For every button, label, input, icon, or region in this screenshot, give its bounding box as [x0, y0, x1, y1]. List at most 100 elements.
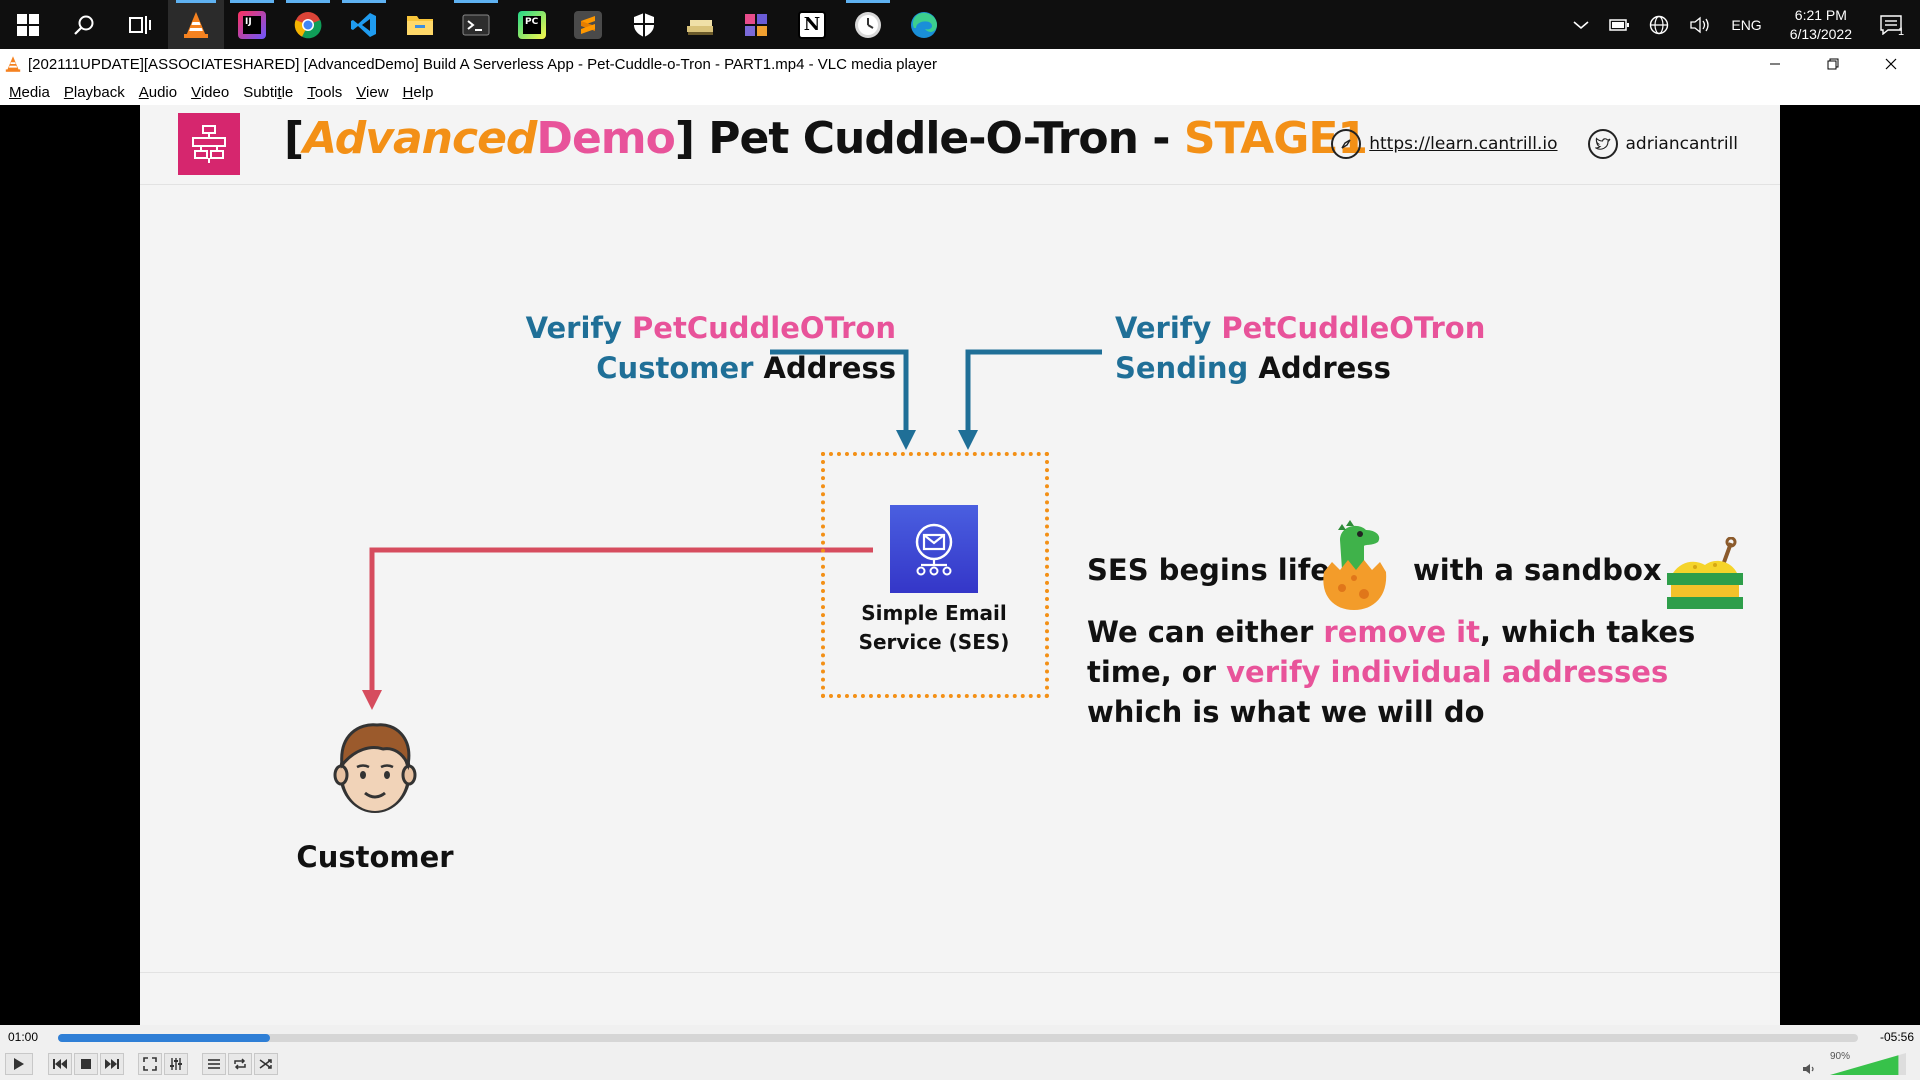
clock-icon [855, 11, 881, 38]
note-line3: which is what we will do [1087, 695, 1485, 729]
start-button[interactable] [0, 0, 56, 49]
menu-playback[interactable]: Playback [57, 84, 132, 101]
taskbar-chrome[interactable] [280, 0, 336, 49]
tray-clock[interactable]: 6:21 PM 6/13/2022 [1772, 0, 1870, 49]
previous-button[interactable] [48, 1053, 72, 1075]
book-stack-icon [687, 19, 713, 35]
customer-label: Customer [296, 840, 454, 874]
intellij-icon: IJ [238, 10, 266, 39]
stop-button[interactable] [74, 1053, 98, 1075]
volume-control[interactable]: 90% [1802, 1051, 1912, 1077]
tray-volume[interactable] [1679, 0, 1721, 49]
skip-forward-icon [105, 1059, 119, 1069]
arrow-customer-head [362, 690, 382, 710]
menu-video[interactable]: Video [184, 84, 236, 101]
ses-label: Simple Email Service (SES) [830, 599, 1038, 657]
taskbar-notion[interactable]: N [784, 0, 840, 49]
playlist-button[interactable] [202, 1053, 226, 1075]
windows-icon [17, 13, 39, 36]
video-area[interactable]: [AdvancedDemo] Pet Cuddle-O-Tron - STAGE… [0, 105, 1920, 1025]
tray-battery[interactable] [1599, 0, 1639, 49]
search-button[interactable] [56, 0, 112, 49]
slide: [AdvancedDemo] Pet Cuddle-O-Tron - STAGE… [140, 105, 1780, 1025]
extended-settings-button[interactable] [164, 1053, 188, 1075]
colorful-grid-icon [745, 13, 767, 36]
taskbar-sublime[interactable] [560, 0, 616, 49]
chevron-up-icon [1573, 20, 1589, 29]
play-icon [14, 1058, 24, 1070]
window-controls [1746, 49, 1920, 79]
taskbar-vlc[interactable] [168, 0, 224, 49]
taskbar-file-explorer[interactable] [392, 0, 448, 49]
menu-subtitle-label: le [281, 83, 294, 101]
taskbar-app-b[interactable] [728, 0, 784, 49]
menu-tools-label: ools [314, 83, 343, 101]
vlc-cone-icon [184, 11, 208, 38]
taskbar-terminal[interactable] [448, 0, 504, 49]
menu-subtitle[interactable]: Subtitle [236, 84, 300, 101]
menu-view[interactable]: View [349, 84, 395, 101]
tray-network[interactable] [1639, 0, 1679, 49]
ses-label-line2: Service (SES) [858, 630, 1010, 654]
notion-icon: N [798, 10, 826, 39]
terminal-icon [462, 14, 490, 35]
menu-playback-accel: P [63, 83, 74, 101]
window-titlebar: [202111UPDATE][ASSOCIATESHARED] [Advance… [0, 49, 1920, 79]
taskbar-app-a[interactable] [672, 0, 728, 49]
taskbar-edge[interactable] [896, 0, 952, 49]
stop-icon [81, 1059, 91, 1069]
taskbar-pycharm[interactable]: PC [504, 0, 560, 49]
search-icon [74, 15, 94, 35]
tray-overflow-button[interactable] [1563, 0, 1599, 49]
seek-progress [58, 1034, 271, 1042]
clock-time: 6:21 PM [1794, 6, 1847, 23]
speaker-icon [1690, 16, 1710, 33]
menu-tools[interactable]: Tools [300, 84, 349, 101]
play-button[interactable] [5, 1053, 33, 1075]
notification-count: 1 [1898, 26, 1905, 38]
fullscreen-icon [143, 1057, 157, 1071]
time-remaining[interactable]: -05:56 [1880, 1030, 1914, 1044]
chrome-icon [294, 11, 322, 38]
slide-footer-divider [140, 972, 1780, 973]
taskbar-intellij[interactable]: IJ [224, 0, 280, 49]
next-button[interactable] [100, 1053, 124, 1075]
sublime-icon [574, 10, 602, 39]
tray-notifications[interactable]: 1 [1870, 0, 1920, 49]
note-line1-c: , which takes [1480, 615, 1696, 649]
hatching-dinosaur-icon [1323, 520, 1387, 610]
shuffle-button[interactable] [254, 1053, 278, 1075]
seek-slider[interactable] [58, 1034, 1858, 1042]
close-button[interactable] [1862, 49, 1920, 79]
menu-video-label: ideo [200, 83, 230, 101]
arrow-left-to-ses [770, 349, 909, 435]
menu-audio-accel: A [138, 83, 149, 101]
fullscreen-button[interactable] [138, 1053, 162, 1075]
restore-icon [1827, 58, 1839, 70]
menu-media-accel: M [9, 83, 22, 101]
tray-language[interactable]: ENG [1721, 0, 1771, 49]
note-remove-it: remove it [1323, 615, 1480, 649]
loop-button[interactable] [228, 1053, 252, 1075]
close-icon [1885, 58, 1897, 70]
minimize-button[interactable] [1746, 49, 1804, 79]
window-title: [202111UPDATE][ASSOCIATESHARED] [Advance… [28, 55, 937, 73]
volume-icon [1803, 1064, 1814, 1074]
menu-help[interactable]: Help [396, 84, 441, 101]
task-view-button[interactable] [112, 0, 168, 49]
menu-audio[interactable]: Audio [132, 84, 184, 101]
equalizer-icon [170, 1058, 182, 1070]
ses-icon [890, 505, 978, 593]
menu-tools-accel: T [307, 83, 315, 101]
menu-media[interactable]: Media [2, 84, 57, 101]
ses-label-line1: Simple Email [861, 601, 1007, 625]
sandbox-icon [1667, 537, 1743, 609]
taskbar-clock-app[interactable] [840, 0, 896, 49]
taskbar-security[interactable] [616, 0, 672, 49]
player-controls: 01:00 -05:56 90% [0, 1025, 1920, 1080]
taskbar-vscode[interactable] [336, 0, 392, 49]
menu-media-label: edia [21, 83, 50, 101]
menu-help-accel: H [402, 83, 414, 101]
menu-view-accel: V [356, 83, 367, 101]
restore-button[interactable] [1804, 49, 1862, 79]
